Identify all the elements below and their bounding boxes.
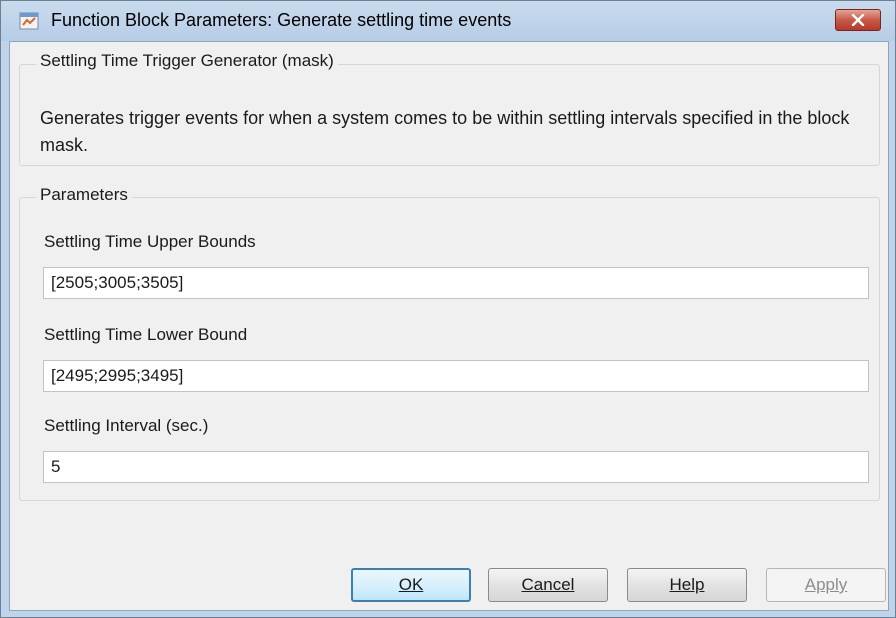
simulink-block-icon <box>19 12 39 30</box>
dialog-client-area: Settling Time Trigger Generator (mask) G… <box>9 41 889 611</box>
close-button[interactable] <box>835 9 881 31</box>
upper-bounds-field[interactable]: [2505;3005;3505] <box>43 267 869 299</box>
upper-bounds-label: Settling Time Upper Bounds <box>44 232 256 251</box>
settling-interval-field[interactable]: 5 <box>43 451 869 483</box>
window-title: Function Block Parameters: Generate sett… <box>51 10 512 30</box>
parameters-group-title: Parameters <box>36 185 132 205</box>
title-bar[interactable]: Function Block Parameters: Generate sett… <box>1 1 895 41</box>
lower-bound-label: Settling Time Lower Bound <box>44 325 248 344</box>
help-button[interactable]: Help <box>627 568 747 602</box>
cancel-button[interactable]: Cancel <box>488 568 608 602</box>
close-icon <box>851 14 865 26</box>
lower-bound-field[interactable]: [2495;2995;3495] <box>43 360 869 392</box>
dialog-window: Function Block Parameters: Generate sett… <box>0 0 896 618</box>
settling-interval-label: Settling Interval (sec.) <box>44 416 209 435</box>
mask-description: Generates trigger events for when a syst… <box>40 108 850 155</box>
ok-button[interactable]: OK <box>351 568 471 602</box>
apply-button[interactable]: Apply <box>766 568 886 602</box>
mask-group-title: Settling Time Trigger Generator (mask) <box>36 51 338 71</box>
